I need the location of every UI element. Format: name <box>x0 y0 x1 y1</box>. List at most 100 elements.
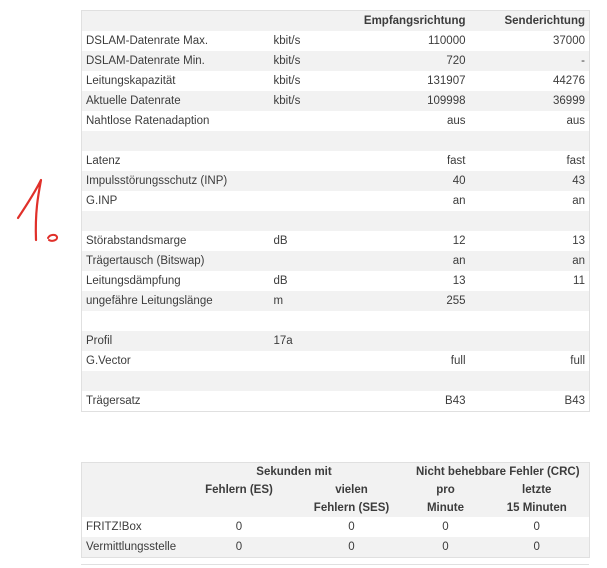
row-downstream: an <box>354 191 470 211</box>
table-row: G.INP an an <box>81 191 590 211</box>
error-table-sub-header-2: Fehlern (SES) Minute 15 Minuten <box>81 499 590 517</box>
row-label <box>81 311 270 331</box>
error-stats-table: Sekunden mit Nicht behebbare Fehler (CRC… <box>81 462 591 558</box>
row-upstream: 43 <box>469 171 590 191</box>
row-label: Leitungskapazität <box>81 71 270 91</box>
row-upstream <box>469 371 590 391</box>
row-upstream: 44276 <box>469 71 590 91</box>
sub-header-last-15-2: 15 Minuten <box>484 499 590 517</box>
sub-header-ses: vielen <box>296 481 407 499</box>
table-row <box>81 131 590 151</box>
table-row: Latenz fast fast <box>81 151 590 171</box>
table-row: Impulsstörungsschutz (INP) 40 43 <box>81 171 590 191</box>
row-label: Leitungsdämpfung <box>81 271 270 291</box>
row-upstream <box>469 211 590 231</box>
row-label: DSLAM-Datenrate Min. <box>81 51 270 71</box>
row-upstream: aus <box>469 111 590 131</box>
row-label: Impulsstörungsschutz (INP) <box>81 171 270 191</box>
handwritten-annotation <box>14 172 74 252</box>
row-crc-per-minute: 0 <box>406 537 485 558</box>
row-label: Trägertausch (Bitswap) <box>81 251 270 271</box>
table-row: Trägertausch (Bitswap) an an <box>81 251 590 271</box>
handwritten-one-mark <box>16 178 59 242</box>
table-row: Nahtlose Ratenadaption aus aus <box>81 111 590 131</box>
row-crc-last-15: 0 <box>484 517 590 537</box>
error-table-sub-header-1: Fehlern (ES) vielen pro letzte <box>81 481 590 499</box>
row-downstream: B43 <box>354 391 470 412</box>
row-label: ungefähre Leitungslänge <box>81 291 270 311</box>
row-unit <box>269 391 355 412</box>
row-label <box>81 131 270 151</box>
row-downstream: 255 <box>354 291 470 311</box>
row-unit <box>269 351 355 371</box>
row-label <box>81 211 270 231</box>
row-upstream: - <box>469 51 590 71</box>
row-upstream <box>469 131 590 151</box>
table-row: ungefähre Leitungslänge m 255 <box>81 291 590 311</box>
dsl-info-table: Empfangsrichtung Senderichtung DSLAM-Dat… <box>81 10 590 412</box>
row-ses: 0 <box>296 517 407 537</box>
table-row <box>81 371 590 391</box>
row-upstream: an <box>469 251 590 271</box>
row-unit: kbit/s <box>269 71 355 91</box>
header-upstream: Senderichtung <box>469 10 590 31</box>
table-row: FRITZ!Box 0 0 0 0 <box>81 517 590 537</box>
sub-header-es-2 <box>181 499 297 517</box>
row-upstream: 13 <box>469 231 590 251</box>
row-es: 0 <box>181 537 297 558</box>
sub-header <box>81 499 182 517</box>
row-label: Profil <box>81 331 270 351</box>
sub-header-per-minute: pro <box>406 481 485 499</box>
sub-header-es: Fehlern (ES) <box>181 481 297 499</box>
table-row: Trägersatz B43 B43 <box>81 391 590 412</box>
row-unit: dB <box>269 271 355 291</box>
row-unit <box>269 131 355 151</box>
sub-header <box>81 481 182 499</box>
row-upstream <box>469 291 590 311</box>
row-unit: m <box>269 291 355 311</box>
row-downstream: 131907 <box>354 71 470 91</box>
row-unit <box>269 211 355 231</box>
table-row: DSLAM-Datenrate Min. kbit/s 720- <box>81 51 590 71</box>
row-upstream: an <box>469 191 590 211</box>
row-label: G.Vector <box>81 351 270 371</box>
row-unit: kbit/s <box>269 91 355 111</box>
table-row: Vermittlungsstelle 0 0 0 0 <box>81 537 590 558</box>
row-ses: 0 <box>296 537 407 558</box>
row-downstream <box>354 211 470 231</box>
row-es: 0 <box>181 517 297 537</box>
group-header-crc: Nicht behebbare Fehler (CRC) <box>406 462 590 481</box>
row-label: Nahtlose Ratenadaption <box>81 111 270 131</box>
row-unit <box>269 371 355 391</box>
sub-header-last-15: letzte <box>484 481 590 499</box>
row-unit: dB <box>269 231 355 251</box>
row-label: G.INP <box>81 191 270 211</box>
row-label: Trägersatz <box>81 391 270 412</box>
row-upstream: 36999 <box>469 91 590 111</box>
divider <box>81 564 589 565</box>
table-row: Leitungskapazität kbit/s 131907 44276 <box>81 71 590 91</box>
row-unit: kbit/s <box>269 51 355 71</box>
table-row: Leitungsdämpfung dB 13 11 <box>81 271 590 291</box>
row-label: Störabstandsmarge <box>81 231 270 251</box>
row-unit: 17a <box>269 331 355 351</box>
row-label: Latenz <box>81 151 270 171</box>
row-unit <box>269 111 355 131</box>
row-downstream <box>354 131 470 151</box>
row-downstream: 109998 <box>354 91 470 111</box>
row-upstream: 11 <box>469 271 590 291</box>
table-row: Aktuelle Datenrate kbit/s 109998 36999 <box>81 91 590 111</box>
table-row: Profil 17a <box>81 331 590 351</box>
row-unit <box>269 251 355 271</box>
table-row: Störabstandsmarge dB 12 13 <box>81 231 590 251</box>
row-unit: kbit/s <box>269 31 355 51</box>
table-row: G.Vector full full <box>81 351 590 371</box>
row-downstream: 40 <box>354 171 470 191</box>
row-label: Vermittlungsstelle <box>81 537 182 558</box>
table-row <box>81 311 590 331</box>
header-label <box>81 10 270 31</box>
dsl-table-header: Empfangsrichtung Senderichtung <box>81 10 590 31</box>
row-unit <box>269 311 355 331</box>
row-upstream: full <box>469 351 590 371</box>
row-label: FRITZ!Box <box>81 517 182 537</box>
